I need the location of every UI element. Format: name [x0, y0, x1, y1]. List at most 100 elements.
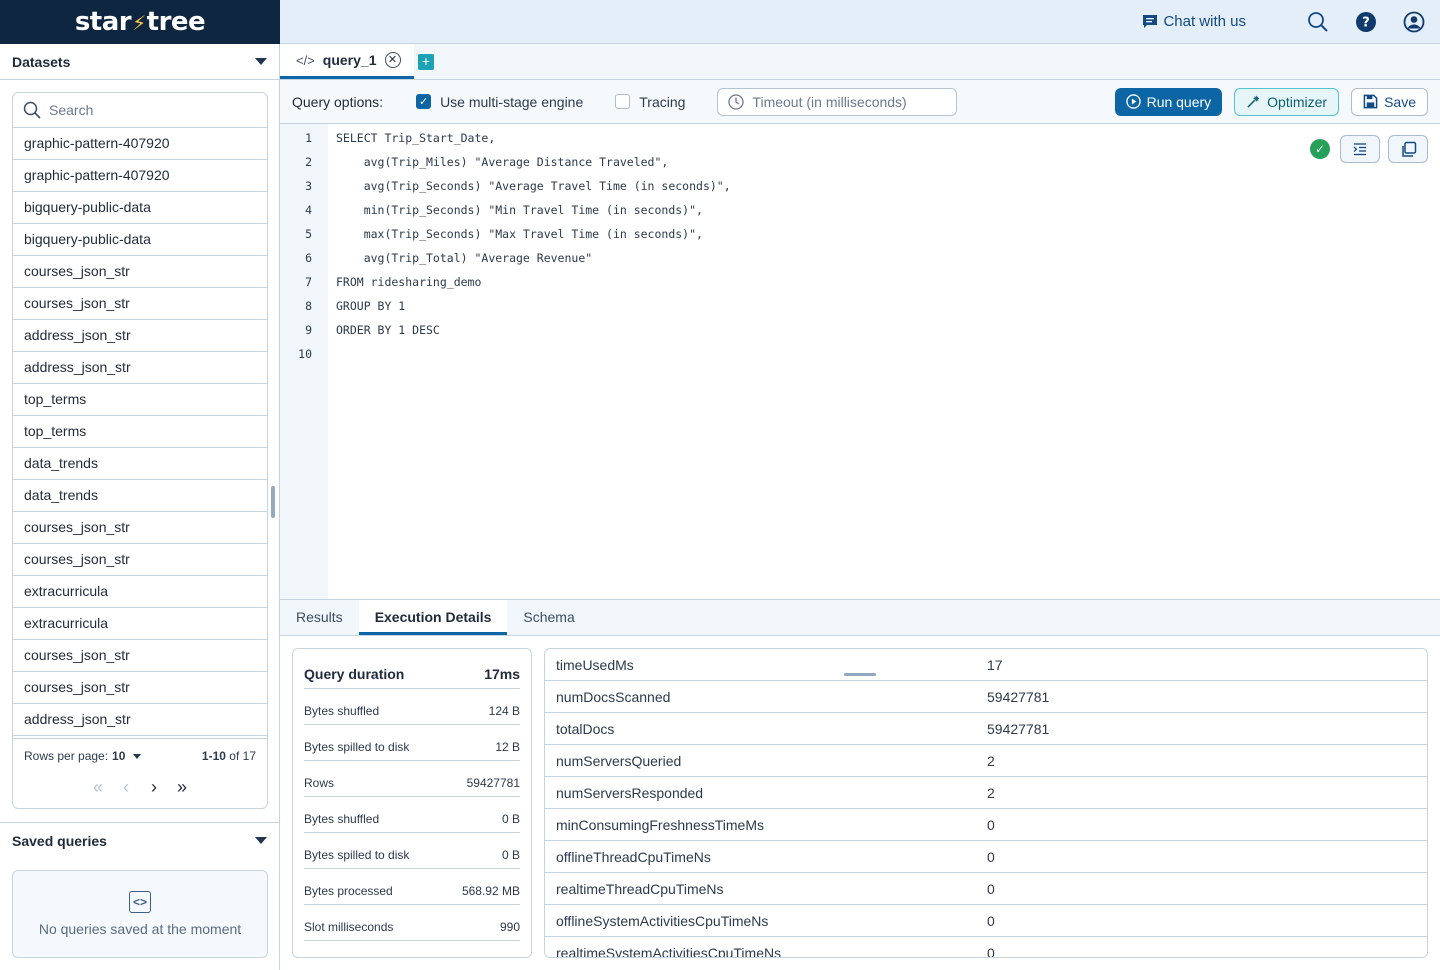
dataset-pagination: Rows per page: 10 1-10 of 17 « ‹ › » [13, 738, 267, 809]
execution-stats-table[interactable]: timeUsedMs17numDocsScanned59427781totalD… [544, 648, 1428, 958]
tab-schema[interactable]: Schema [507, 600, 590, 635]
tab-execution-details[interactable]: Execution Details [359, 600, 508, 635]
checkbox-unchecked-icon[interactable] [615, 94, 630, 109]
next-page-icon[interactable]: › [147, 777, 161, 798]
stat-value: 2 [987, 785, 1427, 801]
duration-row: Bytes shuffled0 B [304, 797, 520, 833]
saved-queries-empty: <> No queries saved at the moment [12, 870, 268, 958]
line-number: 1 [280, 126, 312, 150]
collapse-saved-icon[interactable] [255, 837, 267, 844]
dataset-item[interactable]: extracurricula [13, 608, 267, 640]
table-row: offlineSystemActivitiesCpuTimeNs0 [545, 905, 1427, 937]
stat-key: realtimeSystemActivitiesCpuTimeNs [545, 945, 987, 959]
code-line[interactable]: ORDER BY 1 DESC [336, 318, 440, 342]
dataset-item[interactable]: extracurricula [13, 576, 267, 608]
page-range: 1-10 of 17 [202, 749, 256, 763]
help-button[interactable]: ? [1354, 10, 1378, 34]
metric-value: 12 B [495, 740, 520, 754]
code-line[interactable]: SELECT Trip_Start_Date, [336, 126, 495, 150]
sidebar-scrollbar[interactable] [271, 486, 275, 518]
query-duration-card: Query duration 17ms Bytes shuffled124 BB… [292, 648, 532, 958]
stat-value: 0 [987, 913, 1427, 929]
dataset-item[interactable]: data_trends [13, 448, 267, 480]
account-button[interactable] [1402, 10, 1426, 34]
dataset-item[interactable]: courses_json_str [13, 256, 267, 288]
dataset-item[interactable]: courses_json_str [13, 640, 267, 672]
empty-message: No queries saved at the moment [39, 921, 241, 937]
dataset-item[interactable]: courses_json_str [13, 544, 267, 576]
format-query-button[interactable] [1340, 135, 1380, 163]
last-page-icon[interactable]: » [175, 777, 189, 798]
add-tab-button[interactable]: + [418, 54, 434, 70]
code-line[interactable]: GROUP BY 1 [336, 294, 405, 318]
multistage-checkbox[interactable]: ✓ Use multi-stage engine [416, 94, 583, 110]
code-line[interactable]: avg(Trip_Seconds) "Average Travel Time (… [336, 174, 731, 198]
stat-key: realtimeThreadCpuTimeNs [545, 881, 987, 897]
editor-tools: ✓ [1310, 135, 1428, 163]
dataset-item[interactable]: address_json_str [13, 320, 267, 352]
stat-value: 0 [987, 849, 1427, 865]
rows-per-page-dropdown-icon[interactable] [133, 754, 141, 759]
duration-row: Rows59427781 [304, 761, 520, 797]
close-tab-icon[interactable]: ✕ [385, 52, 401, 68]
dataset-item[interactable]: courses_json_str [13, 288, 267, 320]
stat-value: 0 [987, 817, 1427, 833]
optimizer-button[interactable]: Optimizer [1234, 88, 1339, 116]
sql-editor[interactable]: 1SELECT Trip_Start_Date,2 avg(Trip_Miles… [280, 124, 1440, 599]
checkbox-checked-icon[interactable]: ✓ [416, 94, 431, 109]
code-icon: <> [129, 891, 151, 913]
code-line[interactable]: FROM ridesharing_demo [336, 270, 481, 294]
table-row: numServersQueried2 [545, 745, 1427, 777]
stat-key: offlineSystemActivitiesCpuTimeNs [545, 913, 987, 929]
dataset-item[interactable]: address_json_str [13, 352, 267, 384]
save-button[interactable]: Save [1351, 88, 1428, 116]
stat-value: 59427781 [987, 721, 1427, 737]
code-line[interactable]: avg(Trip_Miles) "Average Distance Travel… [336, 150, 668, 174]
metric-label: Bytes shuffled [304, 812, 379, 826]
stat-value: 59427781 [987, 689, 1427, 705]
dataset-item[interactable]: address_json_str [13, 704, 267, 736]
collapse-datasets-icon[interactable] [255, 58, 267, 65]
timeout-input[interactable] [752, 94, 947, 110]
search-button[interactable] [1306, 10, 1330, 34]
saved-queries-header[interactable]: Saved queries [0, 822, 279, 858]
help-icon: ? [1355, 11, 1377, 33]
table-row: numDocsScanned59427781 [545, 681, 1427, 713]
datasets-header[interactable]: Datasets [0, 44, 279, 80]
line-number: 6 [280, 246, 312, 270]
tracing-checkbox[interactable]: Tracing [615, 94, 685, 110]
stat-key: timeUsedMs [545, 657, 987, 673]
tab-results[interactable]: Results [280, 600, 359, 635]
code-line[interactable]: avg(Trip_Total) "Average Revenue" [336, 246, 592, 270]
query-tabs: </> query_1 ✕ + [280, 44, 1440, 80]
table-row: totalDocs59427781 [545, 713, 1427, 745]
dataset-item[interactable]: top_terms [13, 384, 267, 416]
startree-logo[interactable]: star⚡tree [75, 7, 205, 37]
dataset-item[interactable]: courses_json_str [13, 672, 267, 704]
run-query-button[interactable]: Run query [1115, 88, 1223, 116]
line-number: 7 [280, 270, 312, 294]
rows-per-page[interactable]: Rows per page: 10 [24, 749, 141, 763]
duration-row: Bytes spilled to disk12 B [304, 725, 520, 761]
duration-row: Bytes shuffled124 B [304, 689, 520, 725]
tab-query-1[interactable]: </> query_1 ✕ [280, 44, 414, 79]
copy-query-button[interactable] [1388, 135, 1428, 163]
top-bar: Chat with us ? [280, 0, 1440, 44]
dataset-item[interactable]: courses_json_str [13, 512, 267, 544]
dataset-item[interactable]: bigquery-public-data [13, 224, 267, 256]
prev-page-icon[interactable]: ‹ [119, 777, 133, 798]
code-line[interactable]: min(Trip_Seconds) "Min Travel Time (in s… [336, 198, 703, 222]
dataset-item[interactable]: graphic-pattern-407920 [13, 128, 267, 160]
dataset-item[interactable]: bigquery-public-data [13, 192, 267, 224]
dataset-item[interactable]: graphic-pattern-407920 [13, 160, 267, 192]
first-page-icon[interactable]: « [91, 777, 105, 798]
code-line[interactable]: max(Trip_Seconds) "Max Travel Time (in s… [336, 222, 703, 246]
dataset-search-input[interactable] [49, 102, 249, 118]
line-number: 10 [280, 342, 312, 366]
dataset-item[interactable]: top_terms [13, 416, 267, 448]
metric-label: Bytes processed [304, 884, 393, 898]
dataset-item[interactable]: data_trends [13, 480, 267, 512]
saved-queries-title: Saved queries [12, 833, 107, 849]
chat-with-us-link[interactable]: Chat with us [1142, 13, 1246, 30]
metric-value: 124 B [489, 704, 520, 718]
